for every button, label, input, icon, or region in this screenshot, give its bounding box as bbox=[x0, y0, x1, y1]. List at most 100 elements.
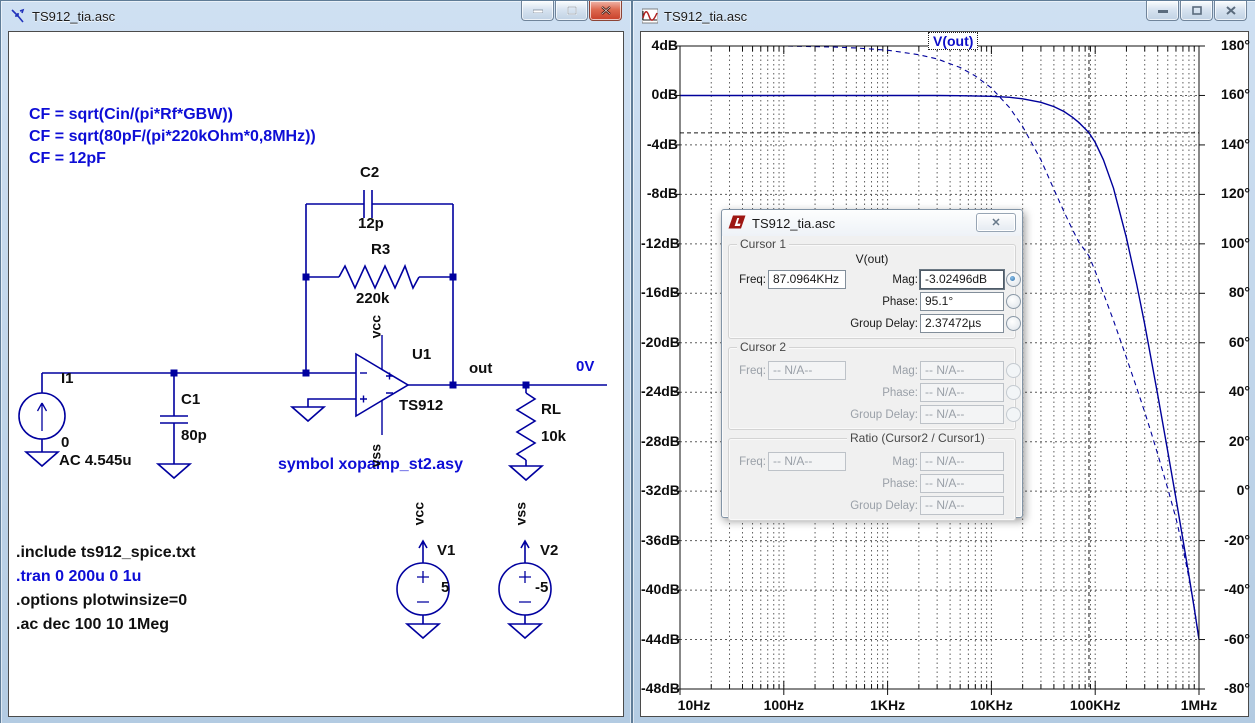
plot-minimize-button[interactable] bbox=[1146, 1, 1179, 21]
db-axis-label-8: -28dB bbox=[641, 433, 678, 449]
phase-axis-label-13: -80° bbox=[1208, 680, 1250, 696]
ratio-phase-field: -- N/A-- bbox=[920, 474, 1004, 493]
label-out-voltage: 0V bbox=[576, 359, 594, 376]
cursor1-group-delay-radio[interactable] bbox=[1006, 316, 1021, 331]
db-axis-label-2: -4dB bbox=[641, 136, 678, 152]
cursor2-mag-field: -- N/A-- bbox=[920, 361, 1004, 380]
phase-axis-label-3: 120° bbox=[1208, 185, 1250, 201]
freq-axis-label-0: 10Hz bbox=[662, 697, 726, 713]
resistor-r3-symbol bbox=[339, 266, 419, 288]
label-rl-value: 10k bbox=[541, 429, 566, 446]
db-axis-label-5: -16dB bbox=[641, 284, 678, 300]
cursor1-legend: Cursor 1 bbox=[737, 237, 789, 251]
ratio-groupbox: Ratio (Cursor2 / Cursor1) Freq: -- N/A--… bbox=[728, 438, 1016, 521]
label-c1-name: C1 bbox=[181, 392, 200, 409]
cursor1-phase-label: Phase: bbox=[848, 296, 918, 308]
resistor-rl-symbol bbox=[517, 393, 535, 460]
plot-legend[interactable]: V(out) bbox=[928, 32, 978, 50]
cursor2-phase-radio bbox=[1006, 385, 1021, 400]
cursor-dialog-title: TS912_tia.asc bbox=[752, 216, 835, 231]
ratio-freq-field: -- N/A-- bbox=[768, 452, 846, 471]
minimize-button[interactable] bbox=[521, 1, 554, 21]
cursor2-group-delay-field: -- N/A-- bbox=[920, 405, 1004, 424]
plot-titlebar[interactable]: TS912_tia.asc bbox=[633, 1, 1255, 31]
label-v1-value: 5 bbox=[441, 580, 449, 597]
cursor1-freq-label: Freq: bbox=[736, 274, 766, 286]
close-button[interactable] bbox=[589, 1, 622, 21]
phase-axis-label-11: -40° bbox=[1208, 581, 1250, 597]
ground-i1-icon bbox=[26, 452, 58, 466]
schematic-canvas[interactable]: CF = sqrt(Cin/(pi*Rf*GBW)) CF = sqrt(80p… bbox=[8, 31, 624, 717]
db-axis-label-10: -36dB bbox=[641, 532, 678, 548]
i1-arrow bbox=[38, 403, 47, 431]
phase-axis-label-7: 40° bbox=[1208, 383, 1250, 399]
cursor2-freq-field: -- N/A-- bbox=[768, 361, 846, 380]
cursor2-legend: Cursor 2 bbox=[737, 340, 789, 354]
plot-window: TS912_tia.asc V(out) TS912_tia.asc ✕ bbox=[632, 0, 1255, 723]
ratio-group-delay-label: Group Delay: bbox=[848, 500, 918, 512]
phase-axis-label-6: 60° bbox=[1208, 334, 1250, 350]
ltspice-schematic-icon bbox=[10, 8, 26, 24]
label-v1-name: V1 bbox=[437, 543, 455, 560]
cursor-dialog[interactable]: TS912_tia.asc ✕ Cursor 1 V(out) Freq: 87… bbox=[721, 209, 1023, 518]
label-u1-name: U1 bbox=[412, 347, 431, 364]
cursor1-phase-radio[interactable] bbox=[1006, 294, 1021, 309]
directive-tran: .tran 0 200u 0 1u bbox=[16, 568, 141, 586]
plot-restore-button[interactable] bbox=[1180, 1, 1213, 21]
label-i1-value: 0 bbox=[61, 435, 69, 452]
db-axis-label-0: 4dB bbox=[641, 37, 678, 53]
restore-button[interactable] bbox=[555, 1, 588, 21]
cursor1-group-delay-label: Group Delay: bbox=[848, 318, 918, 330]
db-axis-label-11: -40dB bbox=[641, 581, 678, 597]
cursor1-phase-field[interactable]: 95.1° bbox=[920, 292, 1004, 311]
cursor1-group-delay-field[interactable]: 2.37472µs bbox=[920, 314, 1004, 333]
label-i1-name: I1 bbox=[61, 371, 74, 388]
freq-axis-label-1: 100Hz bbox=[752, 697, 816, 713]
phase-axis-label-1: 160° bbox=[1208, 86, 1250, 102]
db-axis-label-4: -12dB bbox=[641, 235, 678, 251]
note-cf-result: CF = 12pF bbox=[29, 150, 106, 168]
directive-options: .options plotwinsize=0 bbox=[16, 592, 187, 610]
plot-close-button[interactable] bbox=[1214, 1, 1247, 21]
ground-rl-icon bbox=[510, 466, 542, 480]
label-v2-value: -5 bbox=[535, 580, 548, 597]
label-u1-part: TS912 bbox=[399, 398, 443, 415]
plot-canvas[interactable]: V(out) TS912_tia.asc ✕ Cursor 1 V(out) F… bbox=[640, 31, 1249, 717]
label-v1-rail: vcc bbox=[411, 499, 426, 529]
cursor2-mag-radio bbox=[1006, 363, 1021, 378]
phase-axis-label-0: 180° bbox=[1208, 37, 1250, 53]
phase-axis-label-4: 100° bbox=[1208, 235, 1250, 251]
plot-window-title: TS912_tia.asc bbox=[664, 9, 747, 24]
cursor2-group-delay-radio bbox=[1006, 407, 1021, 422]
directive-include: .include ts912_spice.txt bbox=[16, 544, 196, 562]
label-net-out: out bbox=[469, 361, 492, 378]
phase-axis-label-12: -60° bbox=[1208, 631, 1250, 647]
cursor-dialog-titlebar[interactable]: TS912_tia.asc ✕ bbox=[722, 210, 1022, 236]
desktop: TS912_tia.asc bbox=[0, 0, 1255, 723]
schematic-titlebar[interactable]: TS912_tia.asc bbox=[1, 1, 631, 31]
ground-v1-icon bbox=[407, 624, 439, 638]
cursor1-groupbox: Cursor 1 V(out) Freq: 87.0964KHz Mag: -3… bbox=[728, 244, 1016, 339]
v1-polarity-marks bbox=[417, 571, 429, 602]
label-u1-vcc: vcc bbox=[368, 312, 383, 342]
cursor-dialog-close-button[interactable]: ✕ bbox=[976, 213, 1016, 232]
schematic-window: TS912_tia.asc bbox=[0, 0, 632, 723]
freq-axis-label-5: 1MHz bbox=[1167, 697, 1231, 713]
note-cf-numeric: CF = sqrt(80pF/(pi*220kOhm*0,8MHz)) bbox=[29, 128, 316, 146]
ground-c1-icon bbox=[158, 464, 190, 478]
ratio-legend: Ratio (Cursor2 / Cursor1) bbox=[847, 431, 988, 445]
ratio-phase-label: Phase: bbox=[848, 478, 918, 490]
db-axis-label-13: -48dB bbox=[641, 680, 678, 696]
wire-plus-input-gnd bbox=[308, 399, 356, 407]
cursor1-mag-radio[interactable] bbox=[1006, 272, 1021, 287]
cursor1-mag-label: Mag: bbox=[848, 274, 918, 286]
lt-logo-icon bbox=[728, 215, 746, 232]
cursor1-mag-field[interactable]: -3.02496dB bbox=[920, 270, 1004, 289]
cursor2-phase-label: Phase: bbox=[848, 387, 918, 399]
db-axis-label-1: 0dB bbox=[641, 86, 678, 102]
cursor1-freq-field[interactable]: 87.0964KHz bbox=[768, 270, 846, 289]
ground-opamp-input-icon bbox=[292, 407, 324, 421]
phase-axis-label-2: 140° bbox=[1208, 136, 1250, 152]
cursor2-groupbox: Cursor 2 Freq: -- N/A-- Mag: -- N/A-- Ph… bbox=[728, 347, 1016, 430]
label-c1-value: 80p bbox=[181, 428, 207, 445]
